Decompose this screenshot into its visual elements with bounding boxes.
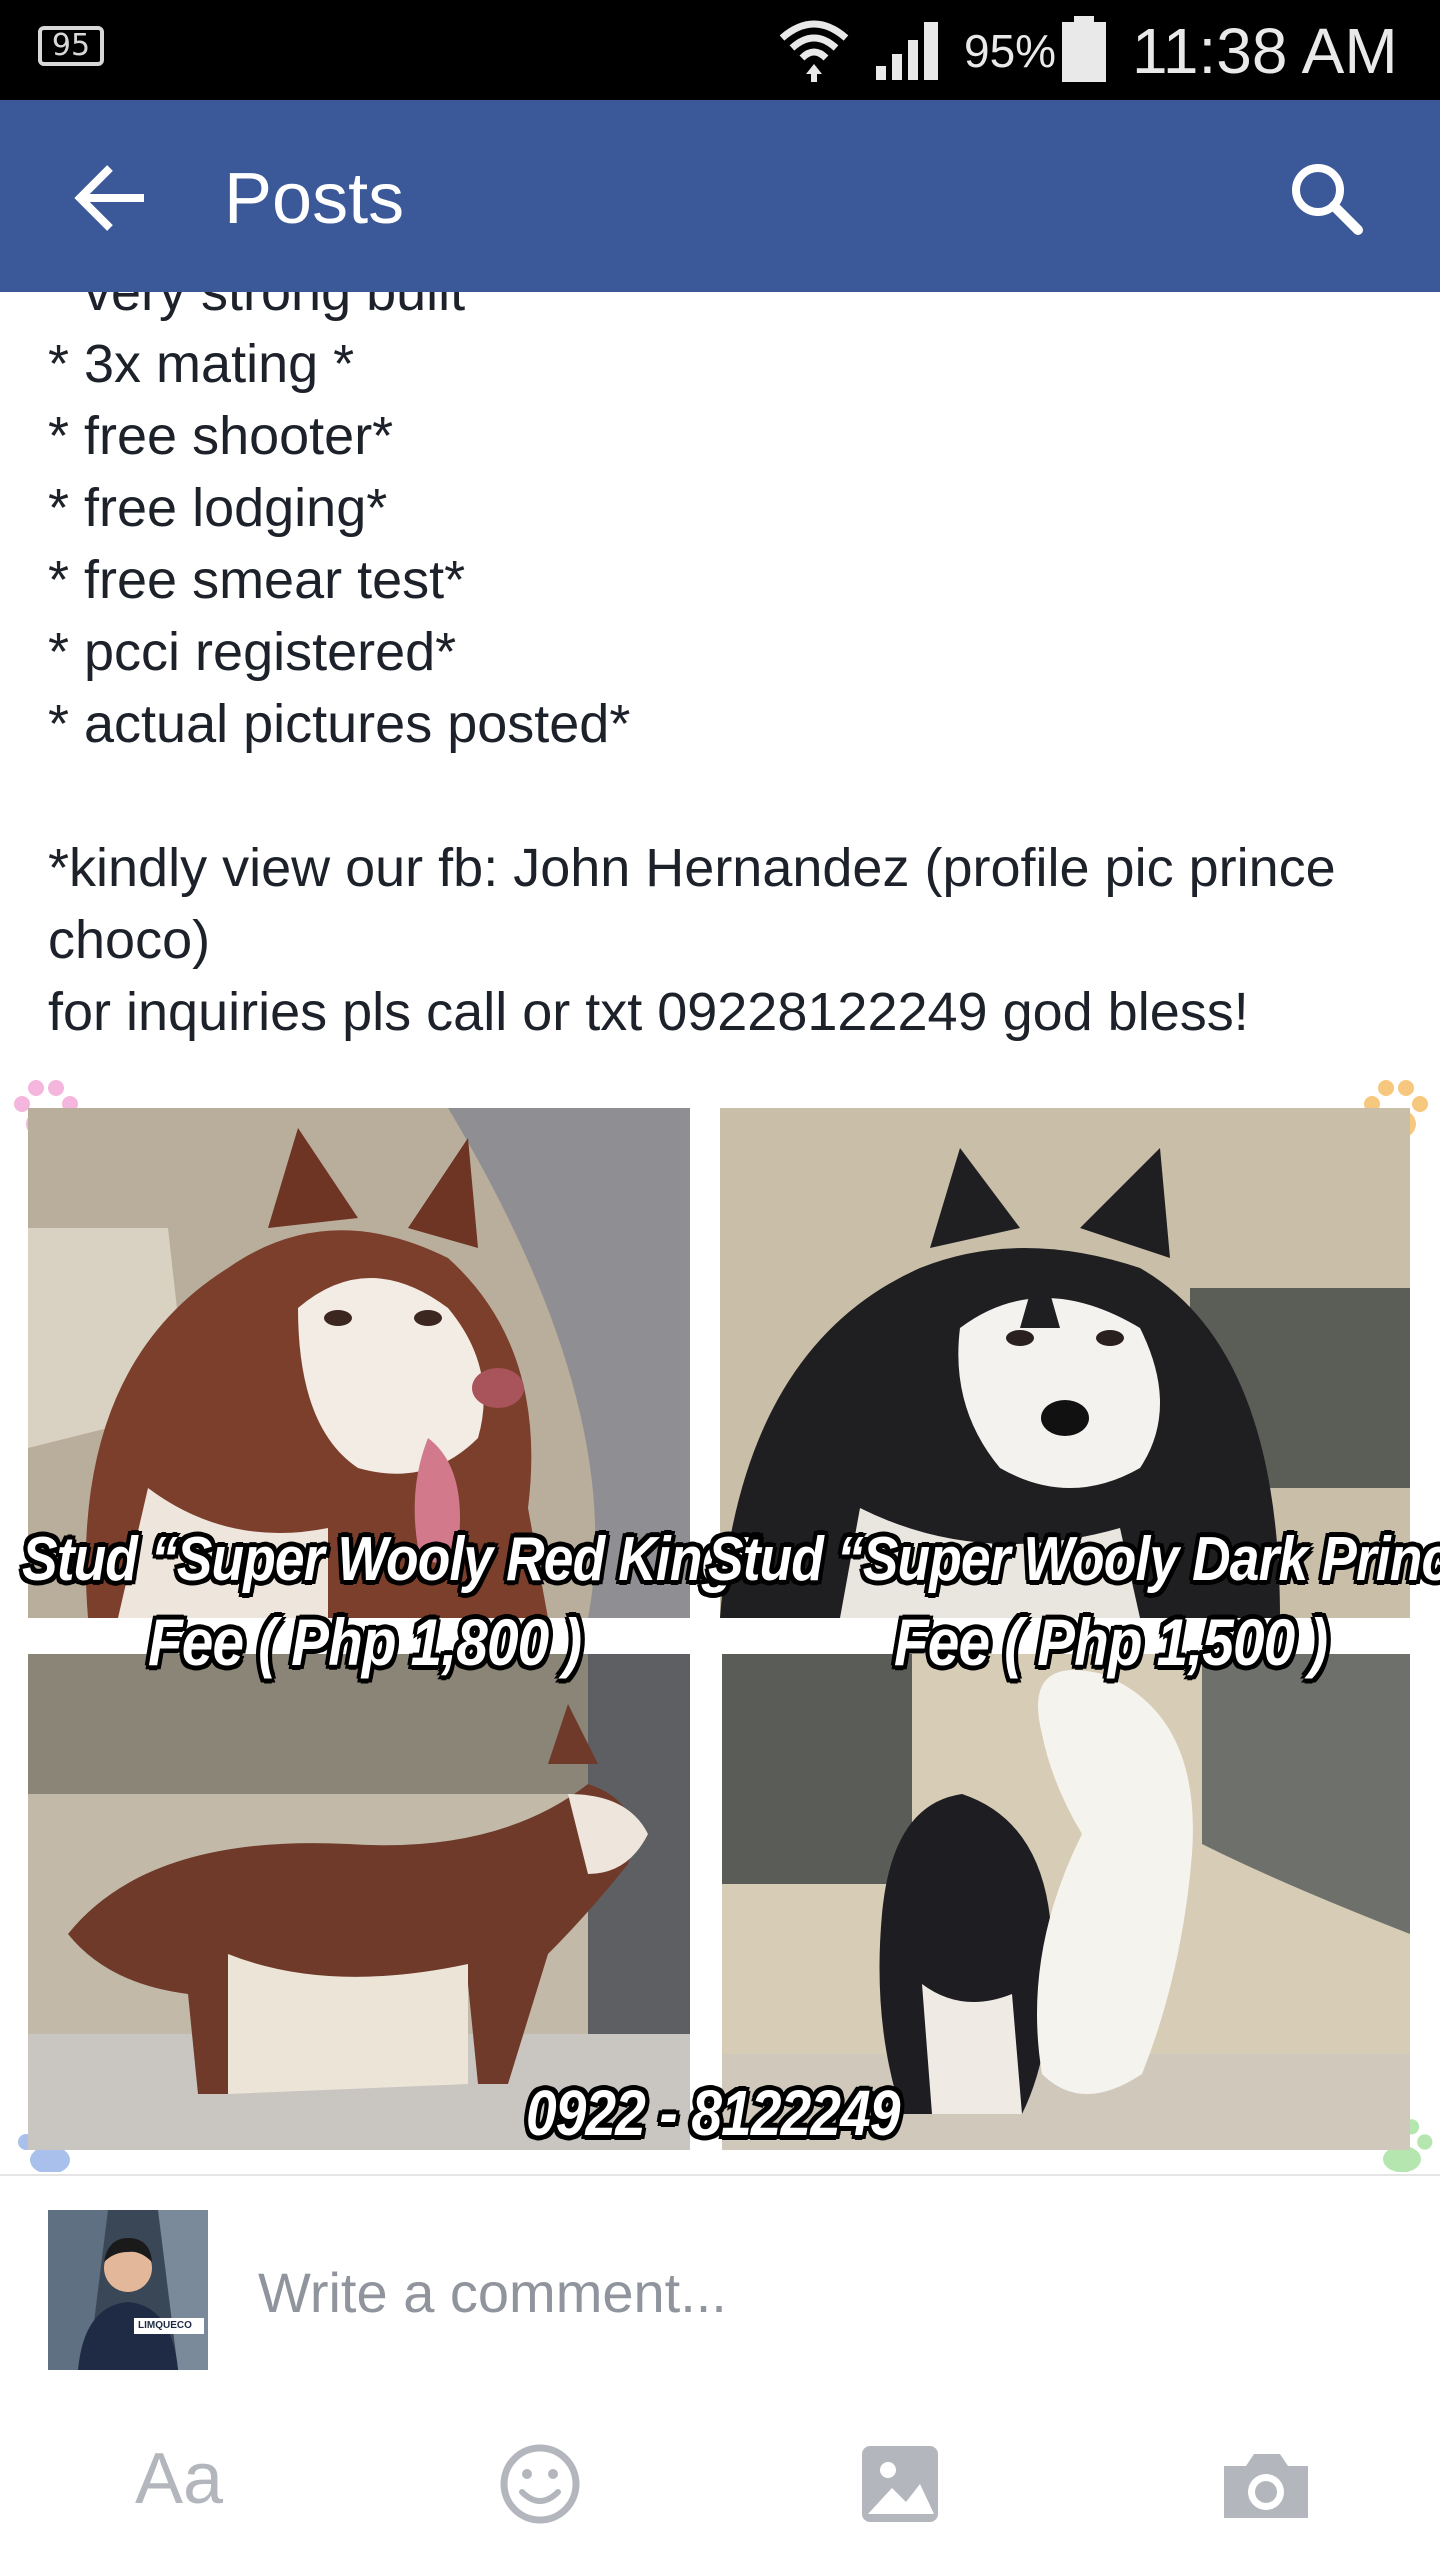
post-line: * free smear test*: [48, 550, 466, 610]
post-line: * pcci registered*: [48, 622, 457, 682]
avatar-caption: LIMQUECO: [138, 2320, 192, 2331]
collage-phone-number: 0922 - 8122249: [526, 2077, 900, 2149]
post-line: * free lodging*: [48, 478, 388, 538]
text-format-button[interactable]: Aa: [135, 2438, 223, 2520]
stud-1-name: Stud “Super Wooly Red King”: [22, 1525, 760, 1594]
post-text: * very strong built * 3x mating * * free…: [48, 292, 1408, 1048]
post-line: * very strong built: [48, 292, 466, 322]
post-photo-collage[interactable]: Stud “Super Wooly Red King” Fee ( Php 1,…: [0, 1072, 1440, 2172]
comment-composer: LIMQUECO Aa: [0, 2174, 1440, 2560]
battery-icon: [1062, 16, 1106, 82]
app-bar: Posts: [0, 100, 1440, 292]
clock: 11:38 AM: [1132, 15, 1398, 87]
battery-percent: 95%: [964, 25, 1057, 77]
photo-button[interactable]: [850, 2434, 960, 2534]
user-avatar-image: [48, 2210, 208, 2370]
stud-2-fee: Fee ( Php 1,500 ): [894, 1605, 1328, 1679]
back-button[interactable]: [72, 158, 152, 238]
post-line: * 3x mating *: [48, 334, 355, 394]
post-line: for inquiries pls call or txt 0922812224…: [48, 982, 1249, 1042]
emoji-button[interactable]: [490, 2434, 600, 2534]
post-body: * very strong built * 3x mating * * free…: [0, 292, 1440, 1072]
post-line: * actual pictures posted*: [48, 694, 631, 754]
camera-button[interactable]: [1210, 2434, 1320, 2534]
post-line: *kindly view our fb: John Hernandez (pro…: [48, 838, 1336, 898]
post-line: choco): [48, 910, 211, 970]
stud-2-name: Stud “Super Wooly Dark Prince”: [708, 1525, 1440, 1594]
notification-count-badge: 95: [38, 26, 104, 66]
emoji-icon: [500, 2444, 580, 2524]
arrow-left-icon: [74, 165, 144, 231]
avatar[interactable]: LIMQUECO: [48, 2210, 208, 2370]
signal-icon: [876, 22, 938, 80]
page-title: Posts: [224, 159, 405, 239]
post-line: * free shooter*: [48, 406, 394, 466]
camera-icon: [1224, 2454, 1308, 2518]
status-bar: 95 95% 11:38 AM: [0, 0, 1440, 100]
post-line: [48, 760, 1408, 832]
photo-icon: [862, 2446, 938, 2522]
stud-1-fee: Fee ( Php 1,800 ): [148, 1605, 582, 1679]
search-button[interactable]: [1286, 158, 1366, 238]
search-icon: [1292, 164, 1363, 235]
wifi-icon: [779, 20, 849, 82]
comment-input[interactable]: [256, 2246, 1360, 2338]
